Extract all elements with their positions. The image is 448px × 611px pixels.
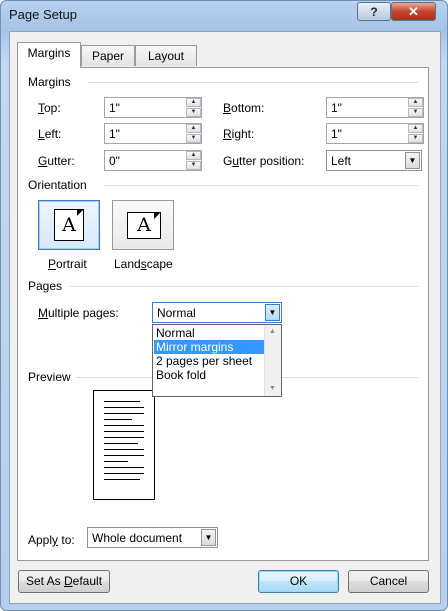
dialog-title: Page Setup [9, 7, 77, 22]
portrait-page-icon: A [54, 209, 84, 241]
gutter-position-select[interactable]: Left ▼ [326, 150, 422, 171]
bottom-margin-spinner[interactable]: 1" ▲ ▼ [326, 97, 424, 118]
spin-up-icon[interactable]: ▲ [408, 98, 423, 107]
spin-down-icon[interactable]: ▼ [186, 161, 201, 170]
close-icon: ✕ [408, 4, 419, 19]
gutter-spinner[interactable]: 0" ▲ ▼ [104, 150, 202, 171]
gutter-position-value: Left [331, 154, 352, 168]
tab-layout[interactable]: Layout [135, 45, 197, 66]
spin-down-icon[interactable]: ▼ [186, 134, 201, 143]
multiple-pages-label: Multiple pages: [38, 306, 119, 320]
landscape-label: Landscape [114, 257, 173, 271]
chevron-down-icon[interactable]: ▼ [405, 152, 420, 169]
pages-group-label: Pages [28, 279, 67, 293]
tab-paper[interactable]: Paper [81, 45, 135, 66]
spin-down-icon[interactable]: ▼ [408, 108, 423, 117]
right-label: Right: [223, 127, 255, 141]
top-margin-spinner[interactable]: 1" ▲ ▼ [104, 97, 202, 118]
option-book-fold[interactable]: Book fold [154, 368, 266, 382]
apply-to-select[interactable]: Whole document ▼ [87, 527, 218, 548]
scroll-up-icon[interactable]: ▲ [269, 328, 276, 335]
left-label: Left: [38, 127, 62, 141]
spin-down-icon[interactable]: ▼ [186, 108, 201, 117]
top-label: Top: [38, 101, 61, 115]
multiple-pages-select[interactable]: Normal ▼ [152, 302, 282, 323]
spin-up-icon[interactable]: ▲ [186, 151, 201, 160]
close-button[interactable]: ✕ [391, 2, 436, 21]
help-button[interactable]: ? [357, 2, 391, 21]
multiple-pages-dropdown-list: Normal Mirror margins 2 pages per sheet … [152, 324, 282, 397]
pages-divider [70, 286, 418, 287]
portrait-label: Portrait [48, 257, 87, 271]
right-margin-value[interactable]: 1" [331, 127, 342, 141]
gutter-value[interactable]: 0" [109, 154, 120, 168]
bottom-label: Bottom: [223, 101, 265, 115]
set-as-default-button[interactable]: Set As Default [18, 570, 110, 593]
gutter-position-label: Gutter position: [223, 154, 305, 168]
page-setup-dialog: Page Setup ? ✕ Margins Paper Layout Marg… [0, 0, 448, 611]
margins-divider [88, 82, 418, 83]
chevron-down-icon[interactable]: ▼ [265, 304, 280, 321]
landscape-page-icon: A [127, 212, 161, 239]
dialog-body: Margins Paper Layout Margins Top: 1" ▲ ▼ … [9, 31, 441, 604]
right-margin-spinner[interactable]: 1" ▲ ▼ [326, 123, 424, 144]
spin-up-icon[interactable]: ▲ [186, 98, 201, 107]
spin-up-icon[interactable]: ▲ [186, 124, 201, 133]
left-margin-spinner[interactable]: 1" ▲ ▼ [104, 123, 202, 144]
bottom-margin-value[interactable]: 1" [331, 101, 342, 115]
orientation-group-label: Orientation [28, 178, 91, 192]
title-bar[interactable]: Page Setup ? ✕ [1, 1, 447, 31]
ok-button[interactable]: OK [258, 570, 339, 593]
preview-group-label: Preview [28, 370, 75, 384]
top-margin-value[interactable]: 1" [109, 101, 120, 115]
margins-panel: Margins Top: 1" ▲ ▼ Bottom: 1" ▲ ▼ Left: 1… [17, 67, 429, 561]
multiple-pages-value: Normal [157, 306, 196, 320]
apply-to-value: Whole document [92, 531, 183, 545]
left-margin-value[interactable]: 1" [109, 127, 120, 141]
option-mirror-margins[interactable]: Mirror margins [154, 340, 266, 354]
help-icon: ? [370, 5, 378, 19]
preview-page-thumbnail [93, 390, 155, 500]
chevron-down-icon[interactable]: ▼ [201, 529, 216, 546]
landscape-button[interactable]: A [112, 200, 174, 250]
apply-to-label: Apply to: [28, 533, 75, 547]
portrait-button[interactable]: A [38, 200, 100, 250]
spin-down-icon[interactable]: ▼ [408, 134, 423, 143]
cancel-button[interactable]: Cancel [348, 570, 429, 593]
option-normal[interactable]: Normal [154, 326, 266, 340]
orientation-divider [104, 185, 418, 186]
tab-margins[interactable]: Margins [17, 42, 81, 68]
gutter-label: Gutter: [38, 154, 75, 168]
scroll-down-icon[interactable]: ▼ [269, 385, 276, 392]
option-2-pages-per-sheet[interactable]: 2 pages per sheet [154, 354, 266, 368]
dropdown-scrollbar[interactable]: ▲ ▼ [264, 325, 281, 396]
spin-up-icon[interactable]: ▲ [408, 124, 423, 133]
margins-group-label: Margins [28, 75, 75, 89]
